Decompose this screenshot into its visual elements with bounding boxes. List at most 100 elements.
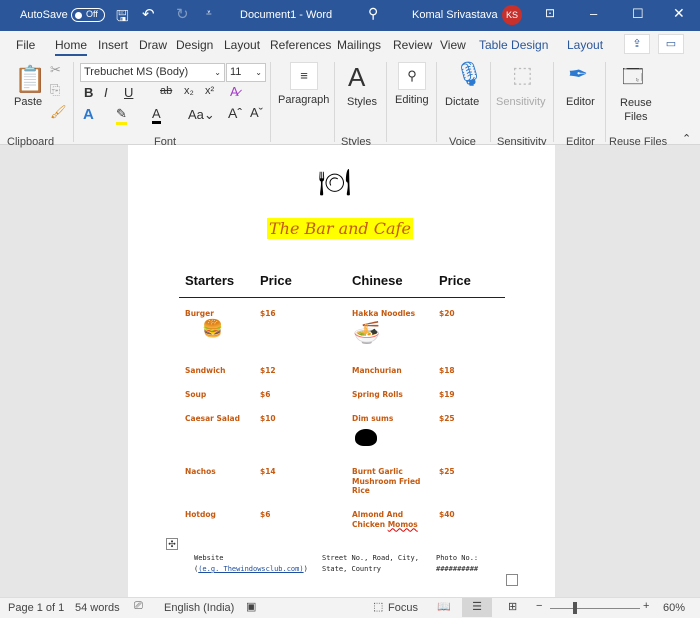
table-resize-handle[interactable] — [506, 574, 518, 586]
font-name-select[interactable]: Trebuchet MS (Body) ⌄ — [80, 63, 225, 82]
paragraph-button[interactable]: Paragraph — [278, 94, 329, 106]
item-price: $20 — [439, 309, 455, 318]
print-layout-icon[interactable]: ☰ — [462, 598, 492, 617]
tab-view[interactable]: View — [440, 38, 466, 52]
clear-formatting-icon[interactable]: A̷ — [230, 84, 239, 99]
language[interactable]: English (India) — [164, 602, 234, 614]
styles-icon[interactable]: A — [348, 62, 365, 93]
focus-icon[interactable]: ⬚ — [373, 600, 383, 613]
footer-website: Website ((e.g. Thewindowsclub.com)) — [194, 554, 308, 573]
tab-insert[interactable]: Insert — [98, 38, 128, 52]
dining-icon: 🍽 — [318, 167, 352, 197]
font-size-select[interactable]: 11 ⌄ — [226, 63, 266, 82]
document-page[interactable]: 🍽 The Bar and Cafe Starters Price Chines… — [128, 145, 555, 597]
avatar[interactable]: KS — [502, 5, 522, 25]
paragraph-icon[interactable]: ≡ — [290, 62, 318, 90]
cut-icon[interactable]: ✂ — [50, 62, 61, 78]
read-mode-icon[interactable]: 📖 — [437, 600, 451, 613]
item-price: $40 — [439, 510, 455, 519]
tab-mailings[interactable]: Mailings — [337, 38, 381, 52]
item-name: Dim sums — [352, 414, 394, 423]
item-name: Burnt Garlic Mushroom Fried Rice — [352, 467, 421, 495]
user-name: Komal Srivastava — [412, 9, 498, 21]
tab-design[interactable]: Design — [176, 38, 213, 52]
page-count[interactable]: Page 1 of 1 — [8, 602, 64, 614]
zoom-slider-thumb[interactable] — [573, 602, 577, 614]
share-icon[interactable]: ⇪ — [624, 34, 650, 54]
table-move-handle-icon[interactable]: ✣ — [166, 538, 178, 550]
item-price: $25 — [439, 414, 455, 423]
format-painter-icon[interactable]: 🖌 — [50, 104, 67, 120]
reuse-files-button[interactable]: Reuse Files — [620, 96, 652, 124]
collapse-ribbon-icon[interactable]: ⌃ — [682, 132, 691, 145]
group-clipboard: Clipboard — [7, 136, 55, 148]
reuse-files-icon[interactable]: 🗔 — [622, 62, 644, 96]
tab-review[interactable]: Review — [393, 38, 432, 52]
header-rule — [179, 297, 505, 298]
editor-icon[interactable]: ✒ — [568, 60, 588, 89]
minimize-icon[interactable]: – — [590, 6, 597, 21]
save-icon[interactable]: 🖫 — [116, 6, 129, 31]
tab-draw[interactable]: Draw — [139, 38, 167, 52]
accessibility-icon[interactable]: ▣ — [246, 600, 256, 613]
redo-icon[interactable]: ↻ — [176, 5, 189, 23]
word-count[interactable]: 54 words — [75, 602, 120, 614]
close-icon[interactable]: ✕ — [673, 5, 685, 22]
superscript-icon[interactable]: x² — [205, 85, 214, 97]
tab-table-layout[interactable]: Layout — [567, 38, 603, 52]
shrink-font-icon[interactable]: Aˇ — [250, 105, 263, 120]
tab-file[interactable]: File — [16, 38, 35, 52]
paste-button[interactable]: Paste — [14, 96, 42, 108]
item-price: $6 — [260, 390, 271, 399]
customize-qat-icon[interactable]: ⩡ — [206, 8, 212, 19]
underline-icon[interactable]: U — [124, 85, 133, 100]
zoom-in-button[interactable]: + — [643, 600, 649, 612]
microphone-icon[interactable]: 🎙 — [454, 60, 484, 89]
item-price: $6 — [260, 510, 271, 519]
editing-button[interactable]: Editing — [395, 94, 429, 106]
item-price: $10 — [260, 414, 276, 423]
copy-icon[interactable]: ⎘ — [50, 82, 60, 98]
menu-title: The Bar and Cafe — [267, 218, 413, 239]
tab-references[interactable]: References — [270, 38, 331, 52]
highlight-icon[interactable]: ✎ — [116, 106, 127, 125]
comments-icon[interactable]: ▭ — [658, 34, 684, 54]
proofing-icon[interactable]: ⎚ — [134, 600, 143, 613]
item-price: $14 — [260, 467, 276, 476]
text-effects-icon[interactable]: A — [83, 106, 94, 123]
footer-address: Street No., Road, City, State, Country — [322, 554, 419, 573]
group-editor: Editor — [566, 136, 595, 148]
editor-button[interactable]: Editor — [566, 96, 595, 108]
autosave-toggle[interactable]: Off — [71, 8, 105, 22]
focus-button[interactable]: Focus — [388, 602, 418, 614]
font-color-icon[interactable]: A — [152, 106, 161, 124]
tab-home[interactable]: Home — [55, 38, 88, 56]
zoom-level[interactable]: 60% — [663, 602, 685, 614]
search-icon[interactable]: ⚲ — [368, 5, 378, 22]
maximize-icon[interactable]: ☐ — [632, 6, 644, 22]
grow-font-icon[interactable]: Aˆ — [228, 105, 242, 121]
tab-layout[interactable]: Layout — [224, 38, 260, 52]
change-case-icon[interactable]: Aa⌄ — [188, 107, 215, 123]
subscript-icon[interactable]: x₂ — [184, 85, 194, 97]
styles-button[interactable]: Styles — [347, 96, 377, 108]
dictate-button[interactable]: Dictate — [445, 96, 479, 108]
strikethrough-icon[interactable]: ab — [160, 85, 172, 97]
ribbon: 📋 Paste ✂ ⎘ 🖌 Trebuchet MS (Body) ⌄ 11 ⌄ B… — [0, 58, 700, 148]
autosave-label: AutoSave — [20, 9, 68, 21]
header-price: Price — [260, 273, 292, 288]
item-price: $18 — [439, 366, 455, 375]
find-icon[interactable]: ⚲ — [398, 62, 426, 90]
dumpling-icon — [355, 429, 377, 446]
ribbon-display-icon[interactable]: ⊡ — [545, 6, 555, 20]
zoom-out-button[interactable]: − — [536, 600, 542, 612]
web-layout-icon[interactable]: ⊞ — [508, 600, 517, 613]
italic-icon[interactable]: I — [104, 85, 108, 100]
paste-icon[interactable]: 📋 — [14, 64, 46, 95]
undo-icon[interactable]: ↶ — [142, 5, 155, 23]
zoom-slider[interactable] — [550, 608, 640, 609]
header-chinese: Chinese — [352, 273, 403, 288]
item-name: Soup — [185, 390, 207, 399]
tab-table-design[interactable]: Table Design — [479, 38, 548, 52]
bold-icon[interactable]: B — [84, 85, 93, 100]
